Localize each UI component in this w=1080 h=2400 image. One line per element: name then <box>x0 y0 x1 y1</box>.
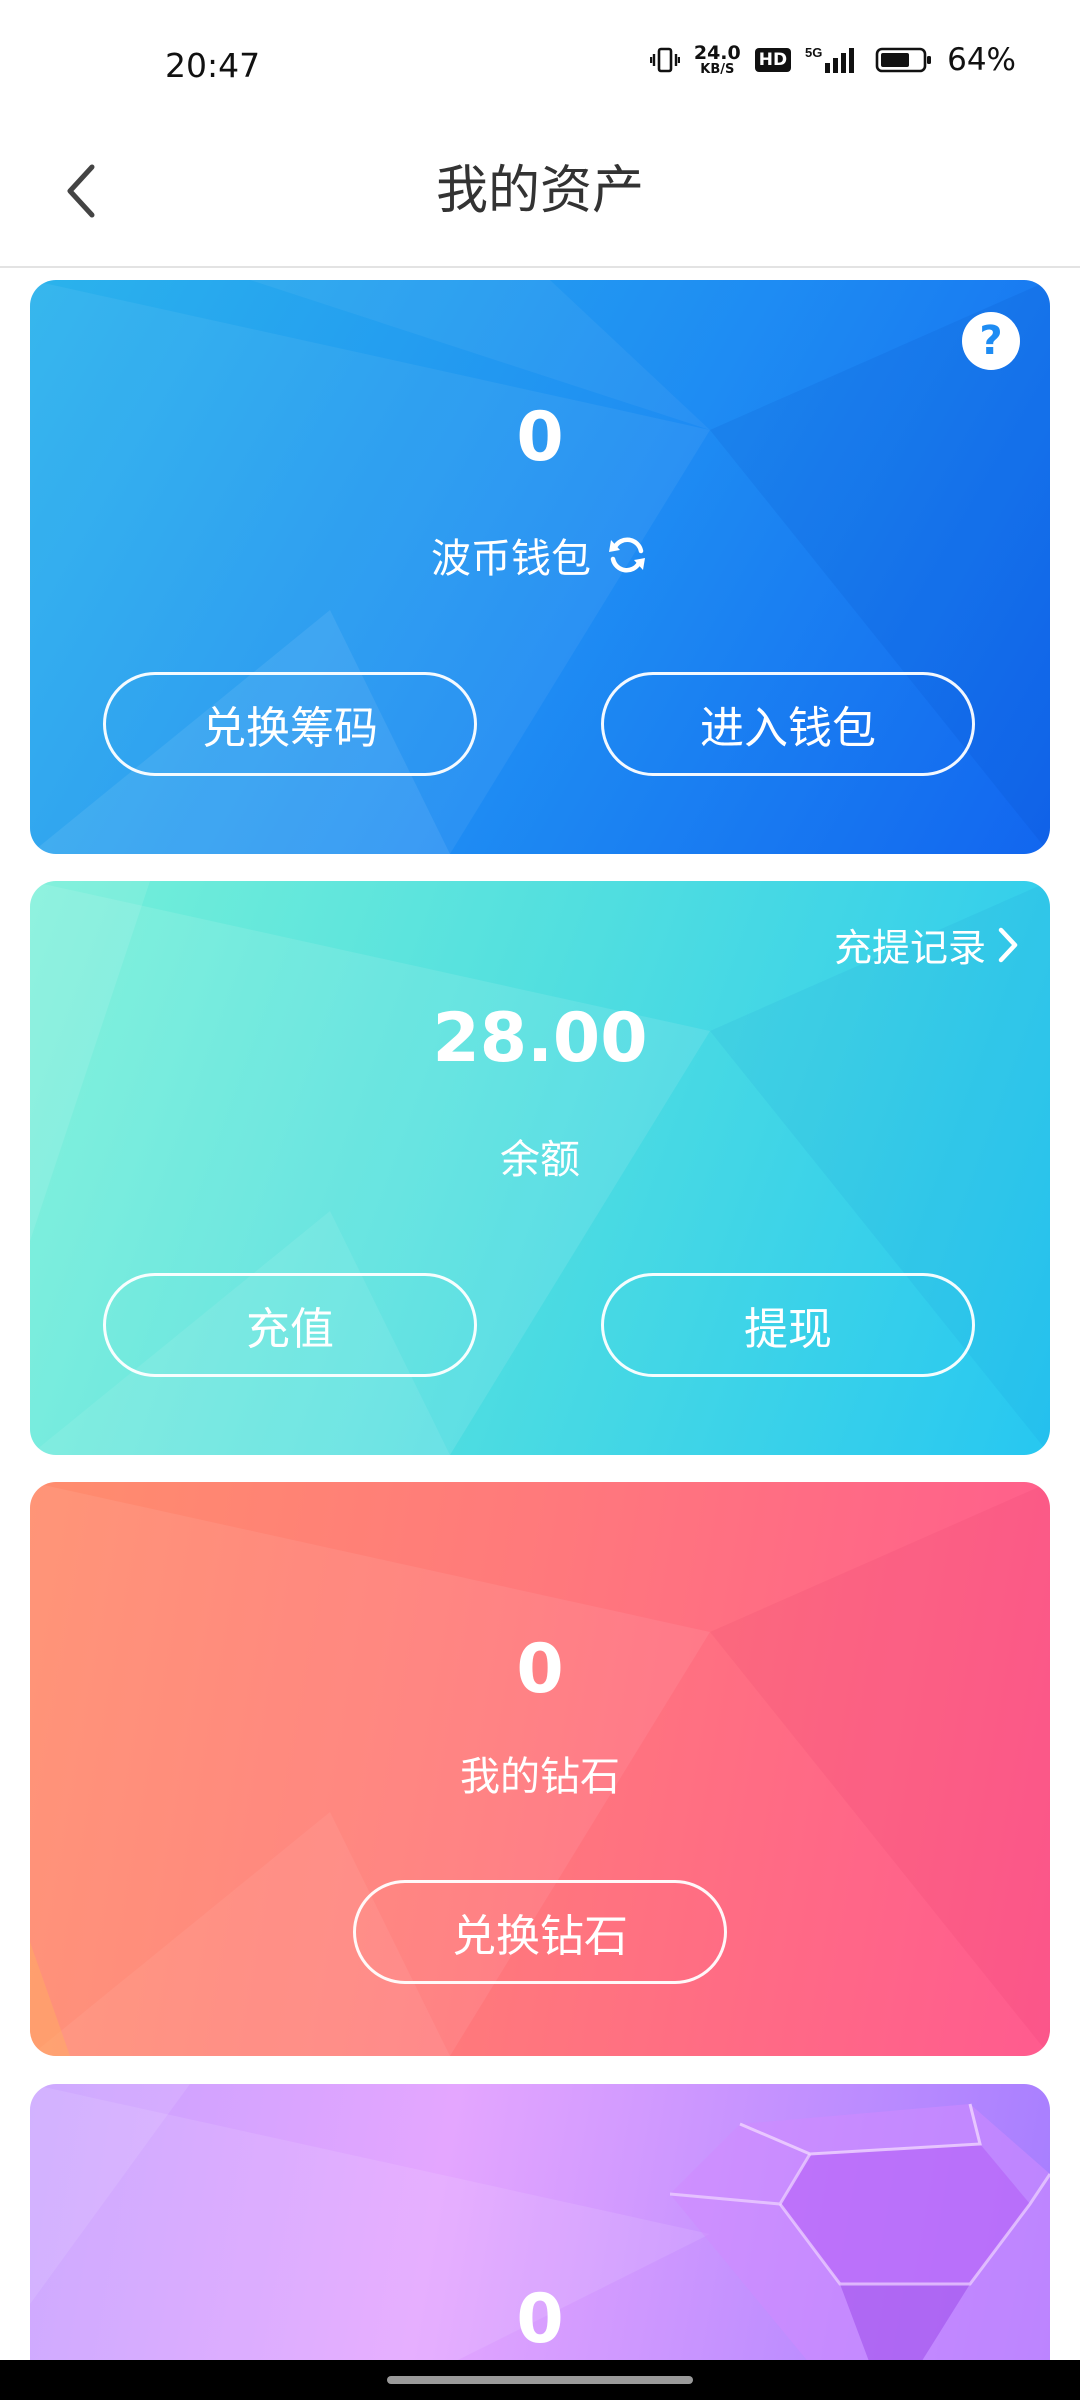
home-indicator[interactable] <box>387 2376 693 2384</box>
deposit-withdraw-records-link[interactable]: 充提记录 <box>834 917 1020 972</box>
vibrate-icon <box>649 46 680 74</box>
wallet-label-row: 波币钱包 <box>30 526 1050 584</box>
status-icons: 24.0 KB/S HD 5G 64% <box>649 42 1016 78</box>
balance-label: 余额 <box>500 1137 580 1183</box>
gems-amount: 0 <box>516 2280 564 2359</box>
top-nav-bar: 我的资产 <box>0 130 1080 268</box>
exchange-chips-button[interactable]: 兑换筹码 <box>103 672 477 776</box>
battery-percent: 64% <box>947 42 1016 78</box>
network-type-label: 5G <box>805 45 822 60</box>
withdraw-button[interactable]: 提现 <box>601 1273 975 1377</box>
gems-card: 0 <box>30 2084 1050 2364</box>
exchange-diamonds-button[interactable]: 兑换钻石 <box>353 1880 727 1984</box>
diamonds-card: 0 我的钻石 兑换钻石 <box>30 1482 1050 2056</box>
status-time: 20:47 <box>165 46 261 85</box>
net-speed-value: 24.0 <box>693 42 741 64</box>
recharge-button[interactable]: 充值 <box>103 1273 477 1377</box>
diamonds-amount: 0 <box>516 1630 564 1709</box>
battery-icon <box>875 46 933 74</box>
net-speed-unit: KB/S <box>700 62 735 77</box>
chevron-right-icon <box>998 927 1018 962</box>
balance-card: 充提记录 28.00 余额 充值 提现 <box>30 881 1050 1455</box>
records-link-label: 充提记录 <box>833 926 986 970</box>
wallet-label: 波币钱包 <box>431 536 591 582</box>
enter-wallet-button[interactable]: 进入钱包 <box>601 672 975 776</box>
refresh-icon[interactable] <box>605 533 649 577</box>
balance-amount: 28.00 <box>432 999 648 1078</box>
wallet-card: ? 0 波币钱包 兑换筹码 进入钱包 <box>30 280 1050 854</box>
signal-5g-icon: 5G <box>805 45 861 75</box>
status-bar: 20:47 24.0 KB/S HD 5G 64% <box>0 0 1080 130</box>
hd-icon: HD <box>754 48 792 72</box>
net-speed: 24.0 KB/S <box>693 42 741 77</box>
diamonds-label: 我的钻石 <box>460 1754 620 1800</box>
wallet-amount: 0 <box>516 398 564 477</box>
help-button[interactable]: ? <box>962 312 1020 370</box>
page-title: 我的资产 <box>435 161 644 221</box>
